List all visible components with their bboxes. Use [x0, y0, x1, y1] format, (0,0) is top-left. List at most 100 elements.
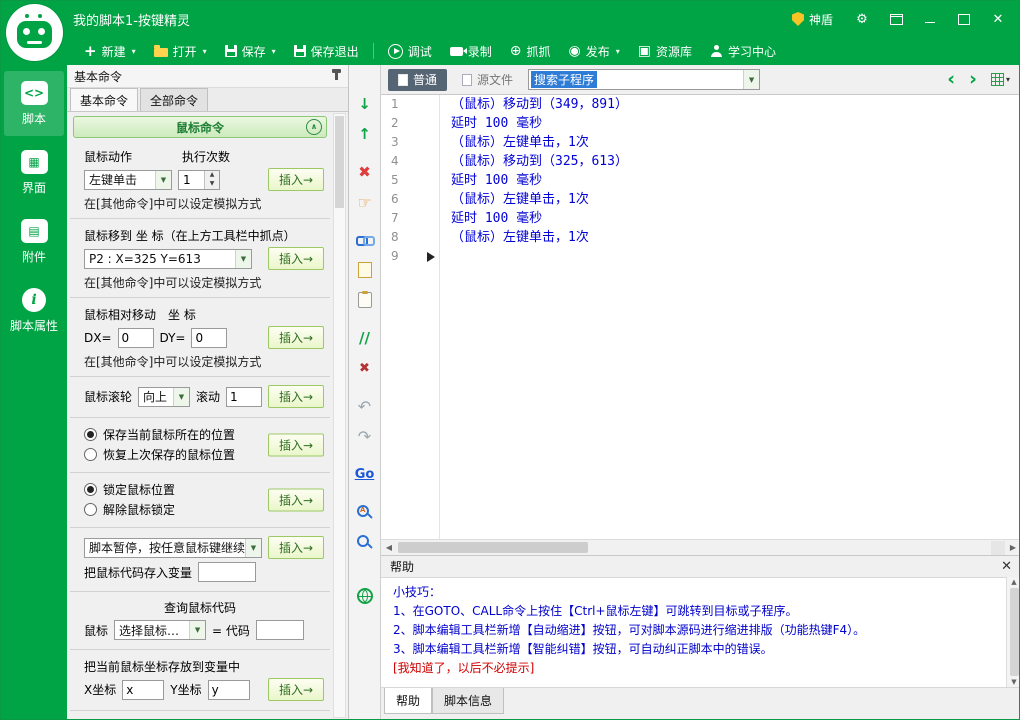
scrollbar-thumb[interactable]	[398, 542, 588, 553]
insert-button[interactable]: 插入→	[268, 536, 324, 559]
scroll-right-icon[interactable]: ▶	[1005, 543, 1019, 552]
tray-button[interactable]	[881, 6, 911, 32]
redo-icon[interactable]: ↷	[353, 424, 377, 448]
link-subroutine-icon[interactable]	[353, 228, 377, 252]
sidebar-item-script[interactable]: <> 脚本	[4, 71, 64, 136]
dy-input[interactable]	[191, 327, 228, 348]
insert-button[interactable]: 插入→	[268, 247, 324, 270]
tab-script-info[interactable]: 脚本信息	[432, 688, 505, 714]
save-exit-button[interactable]: 保存退出	[285, 39, 368, 63]
move-down-icon[interactable]: ↓	[353, 92, 377, 116]
info-icon: i	[22, 288, 46, 312]
collapse-icon[interactable]: ∧	[306, 119, 322, 135]
code-line[interactable]: 2 延时 100 毫秒	[381, 114, 1019, 133]
exec-count-spinner[interactable]: ▲▼	[178, 169, 220, 190]
horizontal-scrollbar[interactable]: ◀ ▶	[381, 539, 1019, 555]
web-icon[interactable]	[353, 584, 377, 608]
code-line[interactable]: 8 （鼠标）左键单击，1次	[381, 228, 1019, 247]
new-button[interactable]: + 新建 ▾	[75, 39, 145, 63]
code-line[interactable]: 9	[381, 247, 1019, 266]
insert-button[interactable]: 插入→	[268, 433, 324, 457]
y-var-input[interactable]	[207, 679, 250, 700]
insert-button[interactable]: 插入→	[268, 385, 324, 408]
close-button[interactable]: ✕	[983, 6, 1013, 32]
find-next-icon[interactable]	[353, 530, 377, 554]
insert-button[interactable]: 插入→	[268, 488, 324, 512]
tab-help[interactable]: 帮助	[384, 688, 433, 714]
paste-icon[interactable]	[353, 288, 377, 312]
nav-forward-icon[interactable]: ›	[969, 70, 977, 89]
scrollbar-thumb[interactable]	[1009, 588, 1019, 676]
help-vertical-scrollbar[interactable]: ▲ ▼	[1006, 577, 1019, 687]
shield-badge[interactable]: 神盾	[782, 11, 843, 28]
new-page-icon[interactable]	[353, 258, 377, 282]
hand-icon[interactable]: ☞	[353, 190, 377, 214]
find-icon[interactable]: A	[353, 500, 377, 524]
record-button[interactable]: 录制	[441, 39, 501, 63]
dx-input[interactable]	[117, 327, 154, 348]
scroll-left-icon[interactable]: ◀	[381, 543, 397, 552]
store-variable-input[interactable]	[198, 562, 257, 582]
code-editor[interactable]: 1 （鼠标）移动到（349，891） 2 延时 100 毫秒 3 （鼠标）左键单击，1…	[381, 95, 1019, 539]
sidebar-item-properties[interactable]: i 脚本属性	[4, 278, 64, 343]
uncomment-icon[interactable]: ✖	[353, 356, 377, 380]
comment-icon[interactable]: //	[353, 326, 377, 350]
code-line[interactable]: 6 （鼠标）左键单击，1次	[381, 190, 1019, 209]
debug-button[interactable]: 调试	[379, 39, 441, 63]
goto-icon[interactable]: Go	[353, 462, 377, 486]
tab-normal-view[interactable]: 普通	[388, 68, 448, 91]
unlock-position-radio[interactable]	[84, 503, 97, 516]
code-result-input[interactable]	[255, 620, 304, 640]
command-panel-scrollbar[interactable]	[333, 113, 346, 718]
pin-icon[interactable]	[332, 68, 341, 80]
pause-mode-select[interactable]: 脚本暂停，按任意鼠标键继续 ▼	[84, 537, 262, 558]
wheel-direction-select[interactable]: 向上 ▼	[138, 386, 190, 407]
restore-position-radio[interactable]	[84, 448, 97, 461]
maximize-button[interactable]	[949, 6, 979, 32]
query-action-select[interactable]: 选择鼠标动作 ▼	[114, 620, 207, 640]
sidebar-item-attachments[interactable]: ▤ 附件	[4, 209, 64, 274]
spinner-arrows[interactable]: ▲ ▼	[204, 170, 219, 189]
close-help-icon[interactable]: ✕	[1001, 559, 1012, 574]
scrollbar-thumb[interactable]	[335, 116, 344, 208]
insert-button[interactable]: 插入→	[268, 168, 324, 191]
undo-icon[interactable]: ↶	[353, 394, 377, 418]
mouse-commands-section-header[interactable]: 鼠标命令 ∧	[73, 116, 327, 138]
delete-line-icon[interactable]: ✖	[353, 160, 377, 184]
grab-button[interactable]: ⊕ 抓抓	[501, 39, 560, 63]
minimize-button[interactable]	[915, 6, 945, 32]
mouse-relative-move-group: 鼠标相对移动 坐 标 DX= DY= 插入→ 在[其他命令]中可以设定模拟方式	[70, 298, 330, 377]
code-line[interactable]: 4 （鼠标）移动到（325，613）	[381, 152, 1019, 171]
wheel-count-input[interactable]	[226, 386, 262, 407]
mouse-action-select[interactable]: 左键单击 ▼	[84, 169, 172, 190]
tab-basic-commands[interactable]: 基本命令	[70, 88, 139, 111]
save-button[interactable]: 保存 ▾	[216, 39, 285, 63]
scroll-down-icon[interactable]: ▼	[1011, 678, 1016, 686]
insert-button[interactable]: 插入→	[268, 678, 324, 701]
subroutine-search-combo[interactable]: 搜索子程序 ▼	[528, 69, 761, 90]
x-var-input[interactable]	[122, 679, 165, 700]
sidebar-item-ui[interactable]: ▦ 界面	[4, 140, 64, 205]
tab-source-view[interactable]: 源文件	[454, 69, 521, 91]
spin-up-icon[interactable]: ▲	[205, 171, 219, 180]
lock-position-radio[interactable]	[84, 483, 97, 496]
layout-grid-button[interactable]: ▾	[990, 73, 1010, 86]
insert-button[interactable]: 插入→	[268, 326, 324, 349]
nav-back-icon[interactable]: ‹	[947, 70, 955, 89]
code-line[interactable]: 5 延时 100 毫秒	[381, 171, 1019, 190]
scroll-up-icon[interactable]: ▲	[1011, 578, 1016, 586]
help-dismiss-link[interactable]: [我知道了，以后不必提示]	[393, 659, 994, 678]
tab-all-commands[interactable]: 全部命令	[140, 88, 209, 111]
open-button[interactable]: 打开 ▾	[145, 39, 216, 63]
learn-center-button[interactable]: 学习中心	[701, 39, 785, 63]
move-up-icon[interactable]: ↑	[353, 122, 377, 146]
code-line[interactable]: 3 （鼠标）左键单击，1次	[381, 133, 1019, 152]
save-position-radio[interactable]	[84, 428, 97, 441]
move-point-select[interactable]: P2 : X=325 Y=613 ▼	[84, 248, 252, 269]
code-line[interactable]: 7 延时 100 毫秒	[381, 209, 1019, 228]
publish-button[interactable]: ◉ 发布 ▾	[559, 39, 628, 63]
settings-button[interactable]: ⚙	[847, 6, 877, 32]
library-button[interactable]: ▣ 资源库	[629, 39, 701, 63]
code-line[interactable]: 1 （鼠标）移动到（349，891）	[381, 95, 1019, 114]
spin-down-icon[interactable]: ▼	[205, 180, 219, 189]
